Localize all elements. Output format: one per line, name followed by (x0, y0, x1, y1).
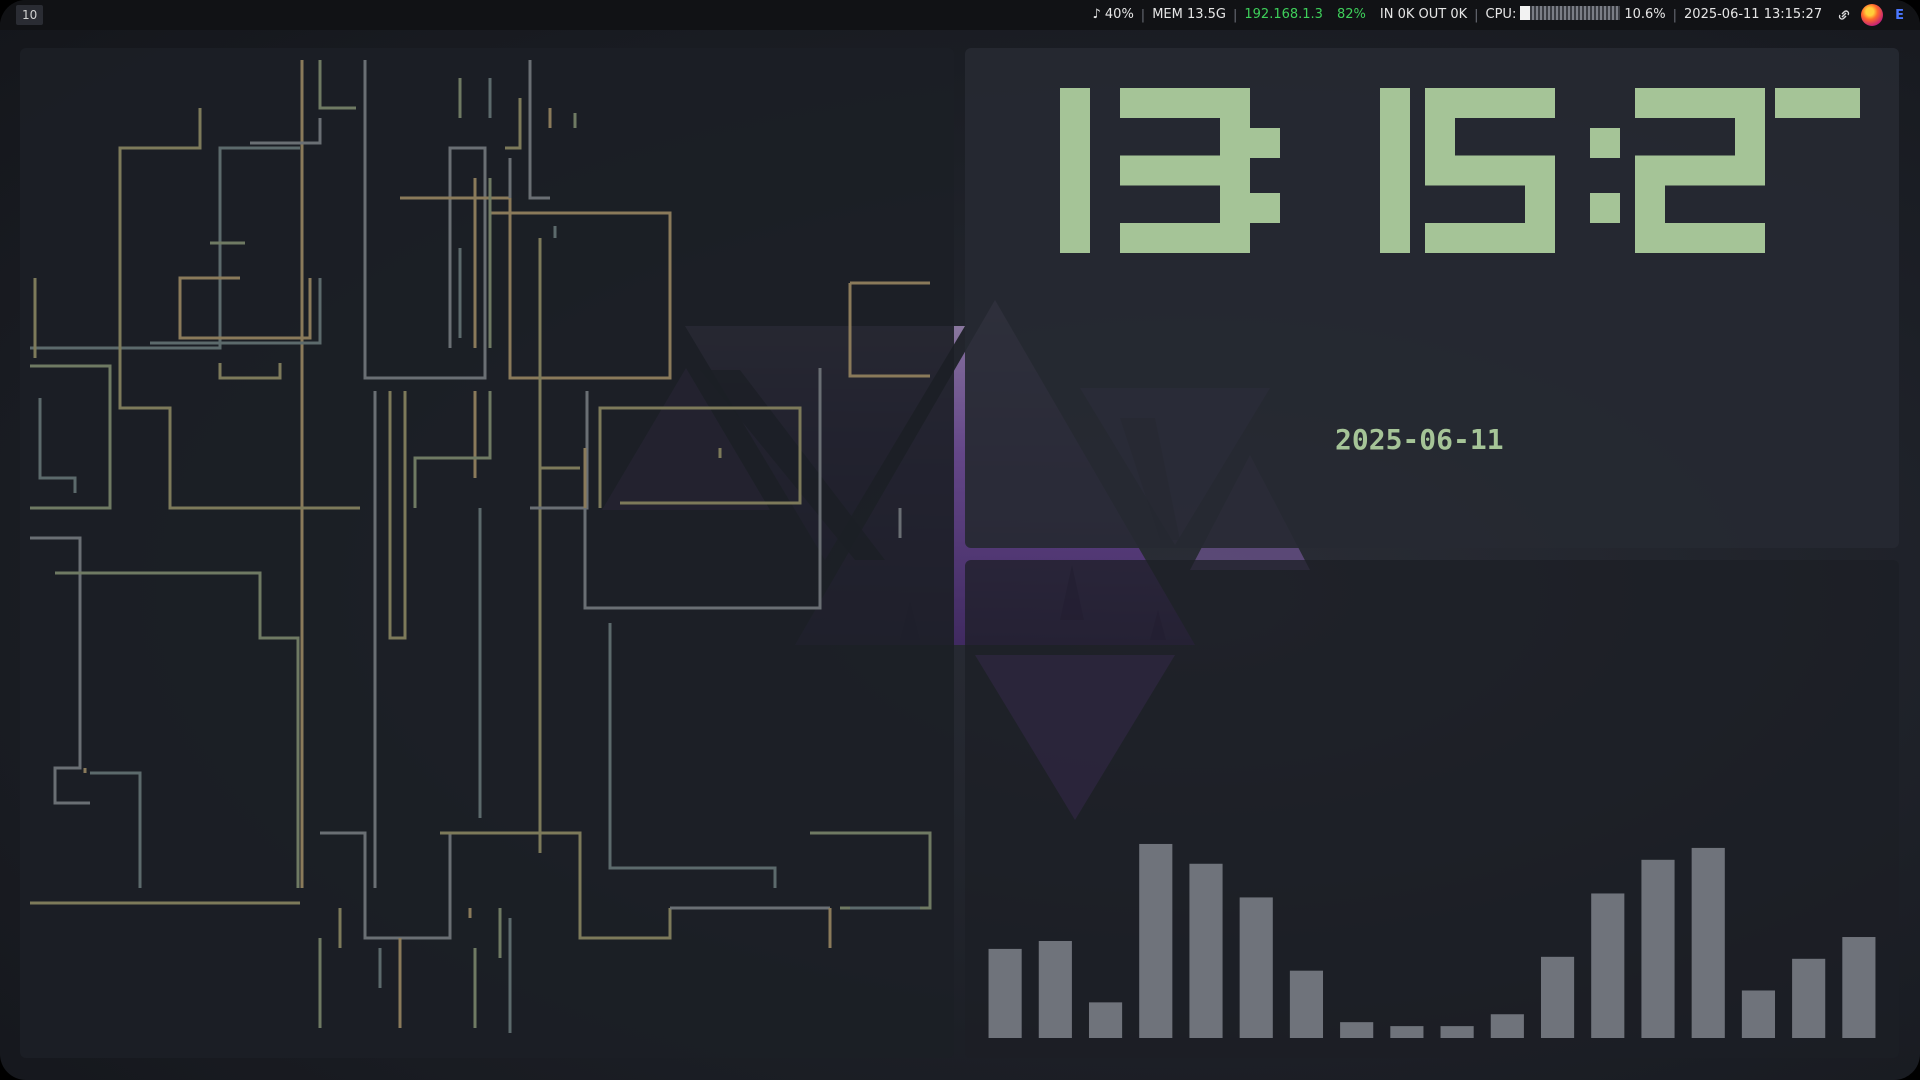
clock-colon (1590, 193, 1620, 223)
clock-digit-2 (1635, 155, 1665, 253)
audio-visualizer (988, 843, 1876, 1038)
visualizer-bar (1340, 1022, 1374, 1038)
pipe-segment (118, 108, 360, 510)
status-bar: 10 ♪ 40% | MEM 13.5G | 192.168.1.3 82% IN … (0, 0, 1920, 30)
terminal-clock[interactable]: 2025-06-11 (965, 48, 1899, 548)
pipe-segment (90, 771, 142, 888)
pipe-segment (318, 60, 356, 110)
visualizer-bar (1390, 1026, 1424, 1038)
memory-status: MEM 13.5G (1152, 7, 1226, 22)
clock-digit-3 (1220, 155, 1250, 253)
pipe-segment (583, 368, 822, 610)
pipe-segment (178, 276, 312, 340)
pipe-segment (55, 571, 300, 888)
pipe-segment (30, 536, 90, 805)
volume-status[interactable]: ♪ 40% (1085, 0, 1140, 30)
clock-digit-7 (1775, 88, 1860, 118)
visualizer-bar (1591, 893, 1625, 1038)
workspace-button[interactable]: 10 (16, 5, 44, 25)
pipe-segment (598, 406, 802, 508)
pipe-segment (538, 466, 580, 508)
visualizer-bar (1641, 859, 1675, 1038)
ip-status: 192.168.1.3 (1244, 7, 1323, 22)
visualizer-bar (1741, 990, 1776, 1038)
visualizer-bar (988, 948, 1022, 1038)
link-icon[interactable] (1837, 8, 1851, 22)
cpu-label: CPU: (1485, 7, 1517, 22)
cpu-percent: 10.6% (1624, 7, 1666, 22)
cpu-status: CPU: 10.6% (1479, 0, 1673, 30)
clock-digit-5 (1425, 88, 1455, 186)
clock-digit-5 (1525, 155, 1555, 253)
visualizer-bar (1440, 1026, 1474, 1038)
clock-colon (1250, 128, 1280, 158)
pipe-segment (30, 364, 112, 510)
pipe-segment (30, 146, 300, 350)
clock-colon (1590, 128, 1620, 158)
visualizer-bar (1038, 940, 1072, 1038)
battery-status: 82% (1336, 7, 1366, 22)
pipe-segment (250, 118, 322, 145)
firefox-icon[interactable] (1861, 4, 1884, 26)
visualizer-bar (1842, 937, 1876, 1038)
visualizer-bar (1139, 843, 1173, 1038)
status-blocks: ♪ 40% | MEM 13.5G | 192.168.1.3 82% IN 0K … (1085, 0, 1904, 30)
desktop: 2025-06-11 10 ♪ 40% | MEM 13.5G | 192.168.… (0, 0, 1920, 1080)
pipes-drawing (30, 60, 932, 1033)
visualizer-bar (1088, 1002, 1123, 1038)
network-status: IN 0K OUT 0K (1379, 7, 1468, 22)
pipe-segment (218, 363, 282, 380)
visualizer-bar (1792, 958, 1826, 1038)
pipe-segment (388, 391, 407, 640)
pipe-segment (38, 398, 77, 493)
clock-digits (1060, 88, 1860, 253)
clock-digit-2 (1735, 88, 1765, 186)
cpu-meter (1520, 6, 1621, 20)
visualizer-bar (1289, 970, 1324, 1038)
visualizer-bar (1691, 847, 1725, 1038)
visualizer-bar (1239, 897, 1273, 1038)
pipe-segment (810, 831, 932, 910)
visualizer-bar (1490, 1014, 1524, 1038)
tray-label: E (1895, 7, 1904, 23)
visualizer-bar (1189, 863, 1223, 1038)
pipe-segment (363, 60, 487, 380)
pipe-segment (848, 281, 930, 378)
visualizer-bar (1540, 956, 1575, 1038)
pipe-segment (400, 196, 672, 380)
clock-colon (1250, 193, 1280, 223)
system-tray: E (1837, 4, 1904, 26)
pipe-segment (608, 623, 777, 888)
pipe-segment (528, 60, 550, 200)
pipe-segment (413, 391, 492, 508)
clock-digit-1 (1380, 88, 1410, 253)
clock-digit-1 (1060, 88, 1090, 253)
datetime-status: 2025-06-11 13:15:27 (1684, 7, 1823, 22)
pipe-segment (150, 278, 322, 345)
clock-date: 2025-06-11 (1335, 423, 1504, 456)
pipe-segment (505, 98, 522, 150)
pipe-segment (440, 831, 672, 940)
